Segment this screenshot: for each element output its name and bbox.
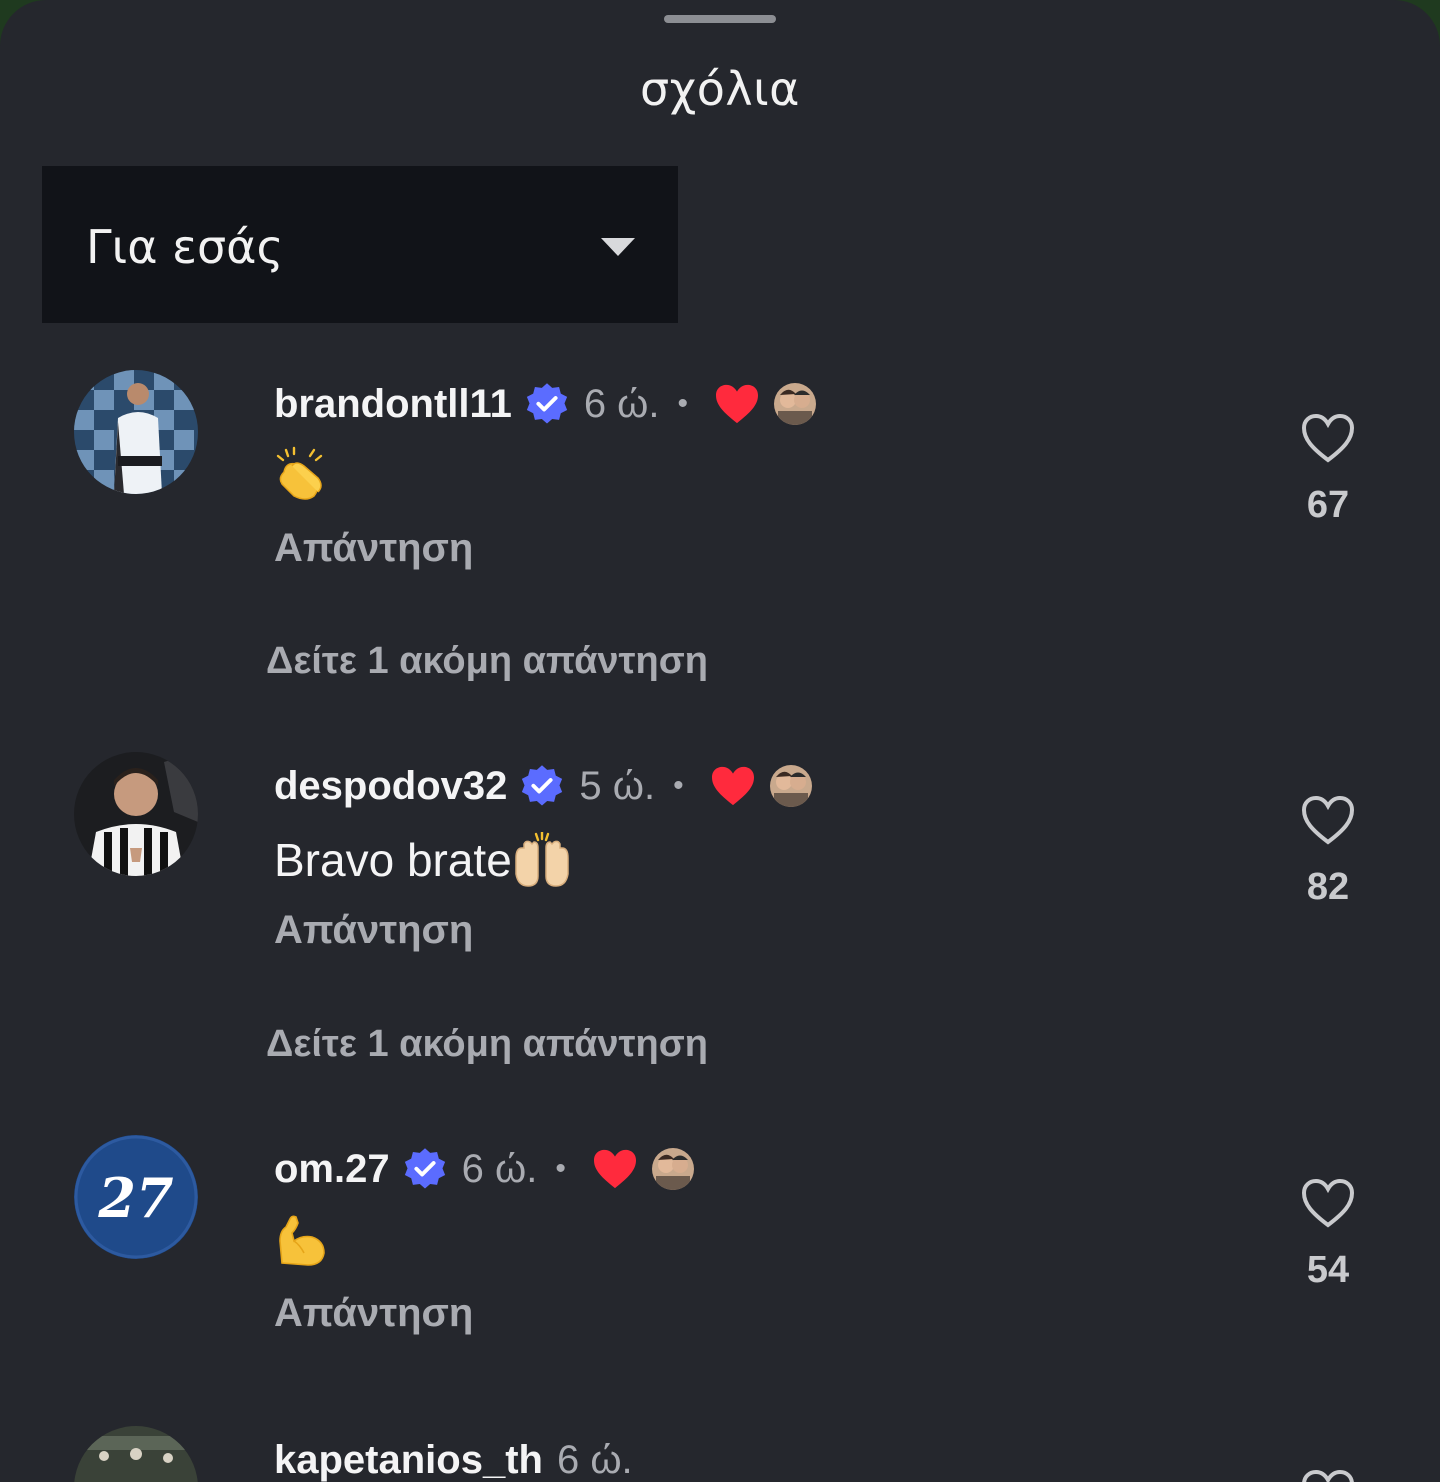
comment-header: om.27 6 ώ. • (274, 1139, 696, 1199)
comment-header: kapetanios_th 6 ώ. (274, 1430, 633, 1482)
separator-dot: • (555, 1152, 566, 1185)
comment-text (274, 1211, 328, 1267)
separator-dot: • (677, 387, 689, 420)
view-more-replies-button[interactable]: Δείτε 1 ακόμη απάντηση (266, 1023, 708, 1066)
creator-avatar (649, 1146, 696, 1192)
like-control[interactable] (1292, 1468, 1364, 1482)
chevron-down-icon (601, 238, 635, 256)
like-count: 54 (1306, 1249, 1350, 1291)
comment-header: despodov32 5 ώ. • (274, 756, 814, 816)
sort-selected-label: Για εσάς (86, 220, 284, 274)
like-control[interactable]: 54 (1292, 1177, 1364, 1292)
heart-outline-icon[interactable] (1300, 794, 1356, 846)
verified-badge-icon (404, 1148, 445, 1189)
verified-badge-icon (526, 383, 567, 424)
comment-username[interactable]: om.27 (274, 1147, 390, 1192)
comment-item: kapetanios_th 6 ώ. (0, 1426, 1440, 1482)
creator-liked-heart-icon (716, 384, 759, 424)
comment-text: Bravo brate (274, 832, 572, 888)
comment-username[interactable]: kapetanios_th (274, 1438, 543, 1482)
reply-button[interactable]: Απάντηση (274, 908, 473, 953)
comment-timestamp: 6 ώ. (556, 1437, 633, 1482)
view-more-replies-button[interactable]: Δείτε 1 ακόμη απάντηση (266, 640, 708, 683)
clapping-hands-emoji-icon (276, 446, 323, 500)
avatar[interactable] (74, 1426, 198, 1482)
comment-timestamp: 6 ώ. (461, 1146, 538, 1191)
verified-badge-icon (522, 765, 563, 806)
flexed-biceps-emoji-icon (279, 1215, 325, 1266)
separator-dot: • (673, 769, 684, 802)
comment-timestamp: 5 ώ. (579, 763, 656, 808)
reply-button[interactable]: Απάντηση (274, 526, 473, 571)
avatar-logo-text: 27 (97, 1166, 173, 1230)
comments-sheet: σχόλια Για εσάς brandontll11 6 ώ. • Απάν… (0, 0, 1440, 1482)
raising-hands-emoji-icon (515, 832, 569, 887)
avatar[interactable] (74, 370, 198, 494)
sheet-grabber-handle[interactable] (664, 15, 776, 23)
comment-username[interactable]: brandontll11 (274, 382, 512, 427)
creator-liked-heart-icon (711, 766, 754, 806)
like-count: 82 (1306, 866, 1350, 908)
heart-outline-icon[interactable] (1300, 412, 1356, 464)
comment-text (274, 446, 328, 502)
creator-avatar (767, 763, 814, 809)
avatar[interactable] (74, 752, 198, 876)
like-count: 67 (1306, 484, 1350, 526)
avatar[interactable]: 27 (74, 1135, 198, 1259)
sort-dropdown[interactable]: Για εσάς (42, 166, 678, 323)
comment-timestamp: 6 ώ. (583, 381, 660, 426)
sheet-title: σχόλια (640, 62, 800, 116)
like-control[interactable]: 82 (1292, 794, 1364, 909)
comment-header: brandontll11 6 ώ. • (274, 374, 819, 434)
reply-button[interactable]: Απάντηση (274, 1291, 473, 1336)
creator-avatar (772, 381, 819, 427)
comment-username[interactable]: despodov32 (274, 764, 507, 809)
heart-outline-icon[interactable] (1300, 1468, 1356, 1482)
heart-outline-icon[interactable] (1300, 1177, 1356, 1229)
creator-liked-heart-icon (593, 1149, 636, 1189)
like-control[interactable]: 67 (1292, 412, 1364, 527)
